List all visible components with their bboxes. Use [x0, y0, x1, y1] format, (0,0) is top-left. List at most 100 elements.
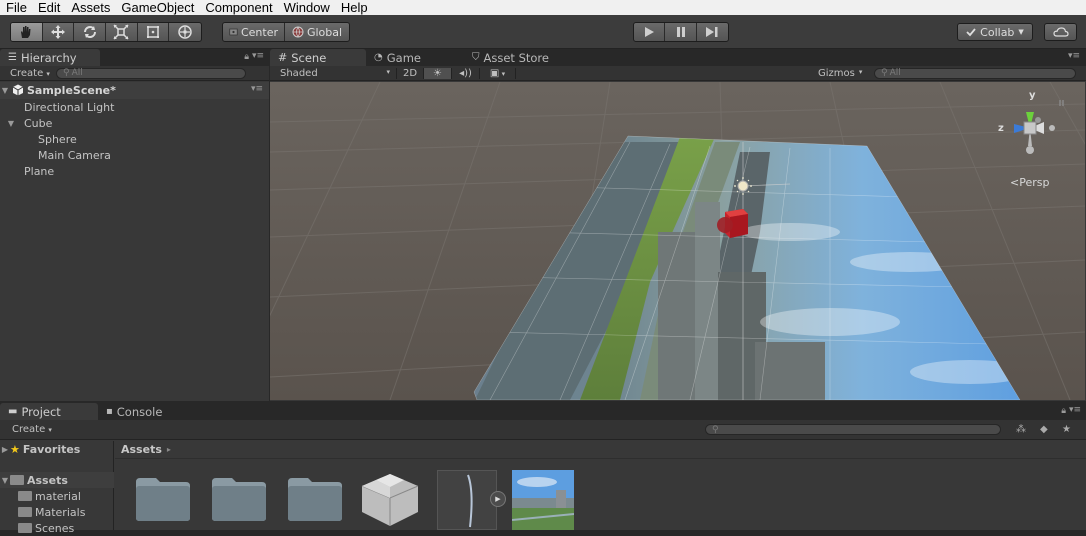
- toggle-2d-button[interactable]: 2D: [396, 67, 424, 79]
- projection-toggle[interactable]: <Persp: [1010, 176, 1049, 189]
- search-icon: ⚲: [712, 424, 719, 435]
- lock-icon[interactable]: 🔒︎: [244, 52, 249, 62]
- menu-edit[interactable]: Edit: [32, 0, 65, 15]
- audio-toggle-button[interactable]: ◂)): [452, 67, 480, 79]
- play-button[interactable]: [634, 23, 666, 41]
- scene-root-item[interactable]: ▼ SampleScene*: [0, 82, 268, 98]
- shading-mode-label: Shaded: [280, 67, 318, 79]
- scene-orientation-gizmo[interactable]: y z <Persp: [998, 90, 1076, 189]
- project-folder-tree: ▶ ★ Favorites ▼ Assets material Materials…: [0, 441, 114, 535]
- speaker-icon: ◂)): [459, 67, 472, 79]
- menu-help[interactable]: Help: [335, 0, 373, 15]
- perspective-icon: <: [1010, 176, 1020, 189]
- menu-file[interactable]: File: [0, 0, 32, 15]
- hand-tool-button[interactable]: [11, 23, 43, 41]
- tab-project[interactable]: ▬ Project: [0, 403, 98, 420]
- hierarchy-search-input[interactable]: ⚲ All: [56, 67, 246, 79]
- rect-tool-button[interactable]: [138, 23, 170, 41]
- hierarchy-create-dropdown[interactable]: Create ▾: [0, 68, 56, 79]
- star-icon: ★: [10, 442, 20, 456]
- expand-arrow-icon[interactable]: ▼: [0, 476, 10, 485]
- hierarchy-item[interactable]: Plane: [0, 163, 268, 179]
- collab-button[interactable]: Collab ▼: [957, 23, 1033, 41]
- scene-search-input[interactable]: ⚲ All: [874, 67, 1076, 79]
- menu-assets[interactable]: Assets: [65, 0, 115, 15]
- tab-asset-store[interactable]: ⛉ Asset Store: [464, 49, 574, 66]
- menu-gameobject[interactable]: GameObject: [115, 0, 199, 15]
- scene-viewport[interactable]: y z <Persp: [270, 82, 1085, 400]
- check-icon: [966, 28, 976, 37]
- filter-label-icon[interactable]: ◆: [1040, 424, 1048, 435]
- step-button[interactable]: [697, 23, 728, 41]
- main-toolbar: Center Global Collab ▼: [0, 15, 1086, 49]
- project-create-dropdown[interactable]: Create ▾: [0, 424, 60, 435]
- dropdown-arrow-icon: ▾: [499, 69, 506, 78]
- asset-scene-thumbnail[interactable]: [437, 470, 497, 530]
- expand-arrow-icon[interactable]: ▼: [6, 119, 16, 128]
- dropdown-arrow-icon: ▼: [1018, 28, 1024, 36]
- project-folder-item[interactable]: Materials: [0, 504, 114, 520]
- effects-dropdown[interactable]: ▣ ▾: [480, 67, 516, 79]
- playback-controls: [633, 22, 729, 42]
- rotate-tool-button[interactable]: [74, 23, 107, 41]
- hierarchy-item[interactable]: Sphere: [0, 131, 268, 147]
- hierarchy-item[interactable]: ▼ Cube: [0, 115, 268, 131]
- expand-arrow-icon[interactable]: ▶: [0, 445, 10, 454]
- pause-button[interactable]: [665, 23, 697, 41]
- hierarchy-toolbar: Create ▾ ⚲ All: [0, 66, 269, 81]
- star-filter-icon[interactable]: ★: [1062, 424, 1071, 435]
- project-folder-item[interactable]: Scenes: [0, 520, 114, 536]
- scale-tool-button[interactable]: [106, 23, 138, 41]
- filter-type-icon[interactable]: ⁂: [1016, 424, 1026, 435]
- sphere-object[interactable]: [717, 217, 733, 233]
- menu-component[interactable]: Component: [199, 0, 277, 15]
- tab-scene[interactable]: # Scene: [270, 49, 366, 66]
- hierarchy-item-label: Cube: [24, 116, 53, 130]
- console-icon: ▪: [106, 406, 113, 417]
- assets-root-item[interactable]: ▼ Assets: [0, 472, 114, 488]
- favorites-item[interactable]: ▶ ★ Favorites: [0, 441, 114, 457]
- expand-asset-button[interactable]: ▶: [490, 491, 506, 507]
- hierarchy-item[interactable]: Main Camera: [0, 147, 268, 163]
- pivot-mode-button[interactable]: Center: [223, 23, 285, 41]
- asset-texture-thumbnail[interactable]: [512, 470, 574, 530]
- lighting-toggle-button[interactable]: ☀: [424, 67, 452, 79]
- asset-folder-thumbnail[interactable]: [210, 476, 268, 522]
- panel-menu-icon[interactable]: ▾≡: [1069, 405, 1081, 415]
- gizmos-dropdown[interactable]: Gizmos ▾: [818, 68, 870, 79]
- project-create-label: Create: [12, 424, 46, 435]
- hierarchy-item-label: Sphere: [38, 132, 77, 146]
- expand-arrow-icon[interactable]: ▼: [0, 86, 10, 95]
- project-folder-label: material: [35, 489, 81, 503]
- asset-folder-thumbnail[interactable]: [134, 476, 192, 522]
- project-folder-label: Scenes: [35, 521, 75, 535]
- pivot-rotation-button[interactable]: Global: [285, 23, 349, 41]
- scene-name-label: SampleScene*: [27, 83, 116, 97]
- tab-hierarchy[interactable]: ☰ Hierarchy: [0, 49, 100, 66]
- list-icon: ☰: [8, 52, 17, 63]
- scene-render[interactable]: [270, 82, 1085, 400]
- shopping-bag-icon: ⛉: [472, 52, 480, 63]
- search-icon: ⚲: [881, 68, 888, 78]
- scene-header-row[interactable]: ▼ SampleScene* ▾≡: [0, 82, 269, 99]
- asset-prefab-thumbnail[interactable]: [358, 470, 422, 528]
- cloud-button[interactable]: [1044, 23, 1077, 41]
- tab-console[interactable]: ▪ Console: [98, 403, 198, 420]
- scene-menu-icon[interactable]: ▾≡: [251, 84, 263, 94]
- menu-window[interactable]: Window: [278, 0, 335, 15]
- folder-icon: [18, 523, 32, 533]
- project-folder-item[interactable]: material: [0, 488, 114, 504]
- hierarchy-item[interactable]: Directional Light: [0, 99, 268, 115]
- move-icon: [51, 25, 65, 39]
- transform-tool-button[interactable]: [169, 23, 201, 41]
- tab-game[interactable]: ◔ Game: [366, 49, 464, 66]
- shading-mode-dropdown[interactable]: Shaded ▾: [270, 68, 396, 79]
- hierarchy-create-label: Create: [10, 67, 44, 79]
- project-search-input[interactable]: ⚲: [705, 424, 1001, 435]
- lock-icon[interactable]: 🔒︎: [1061, 406, 1066, 416]
- move-tool-button[interactable]: [43, 23, 75, 41]
- breadcrumb-assets[interactable]: Assets: [121, 443, 162, 456]
- panel-menu-icon[interactable]: ▾≡: [1068, 51, 1080, 61]
- asset-folder-thumbnail[interactable]: [286, 476, 344, 522]
- panel-menu-icon[interactable]: ▾≡: [252, 51, 264, 61]
